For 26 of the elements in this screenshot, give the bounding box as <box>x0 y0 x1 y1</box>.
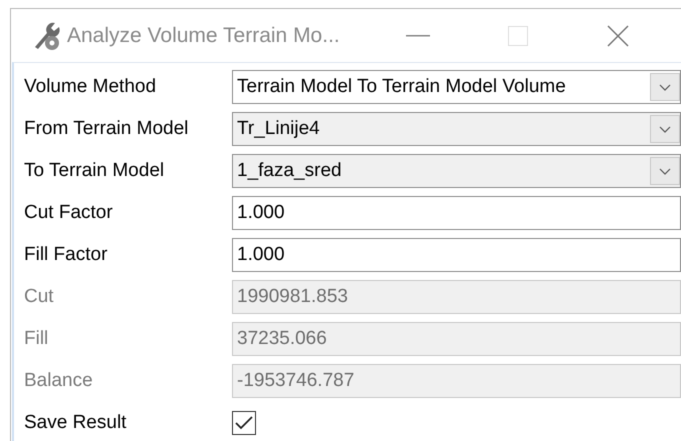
dropdown-field[interactable]: 1_faza_sred <box>232 154 681 188</box>
field-label: To Terrain Model <box>24 160 166 182</box>
minimize-icon <box>406 34 430 36</box>
field-label: Cut <box>24 286 55 308</box>
dropdown-field[interactable]: Tr_Linije4 <box>232 112 681 146</box>
field-label: Fill Factor <box>24 244 108 266</box>
field-label: Fill <box>24 328 50 350</box>
field-label: Balance <box>24 370 94 392</box>
dropdown-arrow-button[interactable] <box>650 73 680 101</box>
caret-icon <box>659 168 671 174</box>
field-label: Cut Factor <box>24 202 114 224</box>
maximize-icon <box>508 26 528 46</box>
checkbox[interactable] <box>232 411 256 435</box>
field-label: Volume Method <box>24 76 158 98</box>
field-label: From Terrain Model <box>24 118 190 140</box>
caret-icon <box>659 84 671 90</box>
field-label: Save Result <box>24 412 128 434</box>
dropdown-arrow-button[interactable] <box>650 157 680 185</box>
dropdown-arrow-button[interactable] <box>650 115 680 143</box>
input-field[interactable]: 1.000 <box>232 196 681 230</box>
window-title: Analyze Volume Terrain Mo... <box>67 24 340 48</box>
caret-icon <box>659 126 671 132</box>
dropdown-field[interactable]: Terrain Model To Terrain Model Volume <box>232 70 681 104</box>
input-field[interactable]: 1.000 <box>232 238 681 272</box>
close-icon <box>606 24 629 46</box>
checkmark-icon <box>235 416 253 430</box>
